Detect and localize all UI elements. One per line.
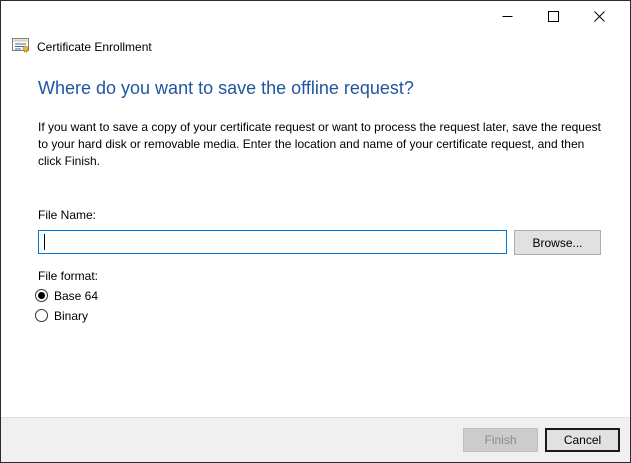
radio-option-binary[interactable]: Binary — [35, 306, 98, 325]
certificate-icon — [12, 38, 30, 56]
close-button[interactable] — [576, 1, 622, 31]
radio-button-icon — [35, 289, 48, 302]
page-title: Where do you want to save the offline re… — [38, 78, 414, 99]
window-controls — [484, 1, 622, 31]
file-format-radio-group: Base 64 Binary — [35, 286, 98, 326]
file-name-input[interactable] — [38, 230, 507, 254]
close-icon — [594, 11, 605, 22]
footer: Finish Cancel — [1, 417, 630, 462]
radio-button-icon — [35, 309, 48, 322]
minimize-button[interactable] — [484, 1, 530, 31]
browse-button[interactable]: Browse... — [514, 230, 601, 255]
file-format-label: File format: — [38, 269, 98, 283]
description-text: If you want to save a copy of your certi… — [38, 119, 605, 170]
maximize-icon — [548, 11, 559, 22]
radio-label-binary: Binary — [54, 309, 88, 323]
certificate-enrollment-window: Certificate Enrollment Where do you want… — [0, 0, 631, 463]
finish-button[interactable]: Finish — [463, 428, 538, 452]
app-title: Certificate Enrollment — [37, 40, 152, 54]
maximize-button[interactable] — [530, 1, 576, 31]
cancel-button[interactable]: Cancel — [545, 428, 620, 452]
radio-option-base64[interactable]: Base 64 — [35, 286, 98, 305]
minimize-icon — [502, 11, 513, 22]
radio-label-base64: Base 64 — [54, 289, 98, 303]
titlebar — [1, 1, 630, 31]
file-name-field-wrap — [38, 230, 507, 254]
app-header: Certificate Enrollment — [12, 38, 152, 56]
file-name-label: File Name: — [38, 208, 96, 222]
